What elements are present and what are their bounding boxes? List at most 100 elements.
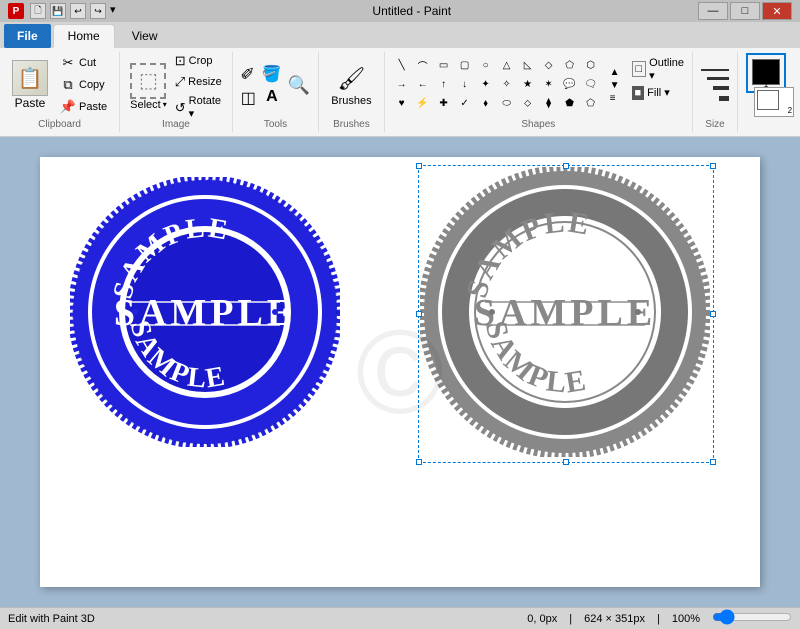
fill-button[interactable]: 🪣: [262, 64, 282, 84]
new-icon[interactable]: 🗋: [30, 3, 46, 19]
shape-roundrect[interactable]: ▢: [456, 57, 474, 73]
paste-button[interactable]: 📋 Paste: [8, 56, 52, 114]
shape-star5[interactable]: ★: [519, 76, 537, 92]
eraser-button[interactable]: ◫: [241, 88, 256, 108]
clipboard-sub: ✂ Cut ⧉ Copy 📌 Paste: [56, 53, 111, 117]
handle-bl[interactable]: [416, 459, 422, 465]
shape-more4[interactable]: ⬠: [582, 95, 600, 111]
tools-col3: 🔍: [288, 75, 310, 96]
shape-callout-oval[interactable]: 🗨: [582, 76, 600, 92]
outline-label: Outline ▾: [649, 57, 684, 82]
rotate-button[interactable]: ↺ Rotate ▾: [173, 94, 224, 121]
shape-cross[interactable]: ✚: [435, 95, 453, 111]
status-zoom: 100%: [672, 613, 700, 625]
tools-col2: 🪣 A: [262, 64, 282, 106]
paste-special-label: Paste: [79, 101, 107, 113]
shape-lightning[interactable]: ⚡: [414, 95, 432, 111]
shape-more1[interactable]: ⬦: [519, 95, 537, 111]
resize-button[interactable]: ⤢ Resize: [173, 73, 224, 91]
copy-button[interactable]: ⧉ Copy: [56, 75, 111, 95]
handle-mr[interactable]: [710, 311, 716, 317]
fill-button[interactable]: ■ Fill ▾: [632, 86, 685, 100]
clipboard-label: Clipboard: [0, 119, 119, 130]
maximize-button[interactable]: □: [730, 2, 760, 20]
shape-star4[interactable]: ✧: [498, 76, 516, 92]
shape-arrow-right[interactable]: →: [393, 76, 411, 92]
close-button[interactable]: ✕: [762, 2, 792, 20]
shape-callout-rect[interactable]: 💬: [561, 76, 579, 92]
image-label: Image: [120, 119, 232, 130]
size-label: Size: [693, 119, 737, 130]
redo-icon[interactable]: ↪: [90, 3, 106, 19]
shape-heart[interactable]: ♥: [393, 95, 411, 111]
shape-arrow-down[interactable]: ↓: [456, 76, 474, 92]
status-dimensions: 624 × 351px: [584, 613, 645, 625]
shape-right-triangle[interactable]: ◺: [519, 57, 537, 73]
color2-selector[interactable]: 2: [754, 87, 794, 117]
text-button[interactable]: A: [266, 88, 278, 106]
outline-button[interactable]: □ Outline ▾: [632, 57, 685, 82]
size-line-3: [713, 86, 729, 90]
status-sep2: |: [657, 613, 660, 625]
shape-footprint[interactable]: ⬧: [477, 95, 495, 111]
tools-label: Tools: [233, 119, 318, 130]
stamp-gray-svg: SAMPLE SAMPLE SAMPLE: [420, 167, 710, 457]
handle-bm[interactable]: [563, 459, 569, 465]
shapes-scroll-more[interactable]: ≡: [610, 93, 620, 104]
canvas-area[interactable]: SAMPLE SAMPLE SAMPLE: [0, 137, 800, 607]
shape-more3[interactable]: ⬟: [561, 95, 579, 111]
shape-cylinder[interactable]: ⬭: [498, 95, 516, 111]
color-selectors: Color1 2: [746, 53, 794, 117]
stamp-gray: SAMPLE SAMPLE SAMPLE: [420, 167, 710, 457]
undo-icon[interactable]: ↩: [70, 3, 86, 19]
pencil-button[interactable]: ✏: [236, 60, 262, 86]
colors-label: Colors: [738, 119, 800, 130]
shape-more2[interactable]: ⧫: [540, 95, 558, 111]
resize-icon: ⤢: [175, 74, 185, 90]
cut-button[interactable]: ✂ Cut: [56, 53, 111, 73]
shape-star6[interactable]: ✶: [540, 76, 558, 92]
crop-button[interactable]: ⊡ Crop: [173, 52, 224, 70]
shape-4arrow[interactable]: ✦: [477, 76, 495, 92]
shape-arrow-left[interactable]: ←: [414, 76, 432, 92]
canvas[interactable]: SAMPLE SAMPLE SAMPLE: [40, 157, 760, 587]
zoom-slider[interactable]: [712, 609, 792, 625]
size-group: Size: [693, 52, 738, 132]
shape-hexagon[interactable]: ⬡: [582, 57, 600, 73]
shape-rect[interactable]: ▭: [435, 57, 453, 73]
crop-label: Crop: [189, 55, 213, 67]
shapes-scroll-up[interactable]: ▲: [610, 67, 620, 78]
image-sub-buttons: ⊡ Crop ⤢ Resize ↺ Rotate ▾: [173, 52, 224, 121]
tab-home[interactable]: Home: [53, 24, 115, 48]
gray-stamp-outer: SAMPLE SAMPLE SAMPLE: [422, 169, 708, 455]
ribbon-content: 📋 Paste ✂ Cut ⧉ Copy 📌 Paste: [0, 48, 800, 136]
shapes-scroll-arrows: ▲ ▼ ≡: [610, 67, 620, 104]
shape-arrow-up[interactable]: ↑: [435, 76, 453, 92]
paste-special-icon: 📌: [60, 99, 76, 115]
quick-access-dropdown[interactable]: ▾: [110, 3, 116, 19]
tab-view[interactable]: View: [117, 24, 173, 48]
shape-diamond[interactable]: ◇: [540, 57, 558, 73]
outline-fill-buttons: □ Outline ▾ ■ Fill ▾: [632, 57, 685, 114]
shape-line[interactable]: ╲: [393, 57, 411, 73]
shape-check[interactable]: ✓: [456, 95, 474, 111]
shape-triangle[interactable]: △: [498, 57, 516, 73]
shape-curve[interactable]: ⌒: [414, 57, 432, 73]
shape-ellipse[interactable]: ○: [477, 57, 495, 73]
magnify-button[interactable]: 🔍: [288, 75, 310, 96]
status-coords: 0, 0px: [527, 613, 557, 625]
paste-special-button[interactable]: 📌 Paste: [56, 97, 111, 117]
save-icon[interactable]: 💾: [50, 3, 66, 19]
app-icon: P: [8, 3, 24, 19]
shapes-scroll-down[interactable]: ▼: [610, 80, 620, 91]
outline-icon: □: [632, 61, 647, 77]
brushes-button[interactable]: 🖌 Brushes: [327, 61, 375, 109]
size-selector[interactable]: [701, 69, 729, 101]
tab-file[interactable]: File: [4, 24, 51, 48]
select-button[interactable]: ⬚ Select ▾: [128, 61, 169, 113]
clipboard-group: 📋 Paste ✂ Cut ⧉ Copy 📌 Paste: [0, 52, 120, 132]
minimize-button[interactable]: —: [698, 2, 728, 20]
shape-pentagon[interactable]: ⬠: [561, 57, 579, 73]
handle-br[interactable]: [710, 459, 716, 465]
handle-tr[interactable]: [710, 163, 716, 169]
